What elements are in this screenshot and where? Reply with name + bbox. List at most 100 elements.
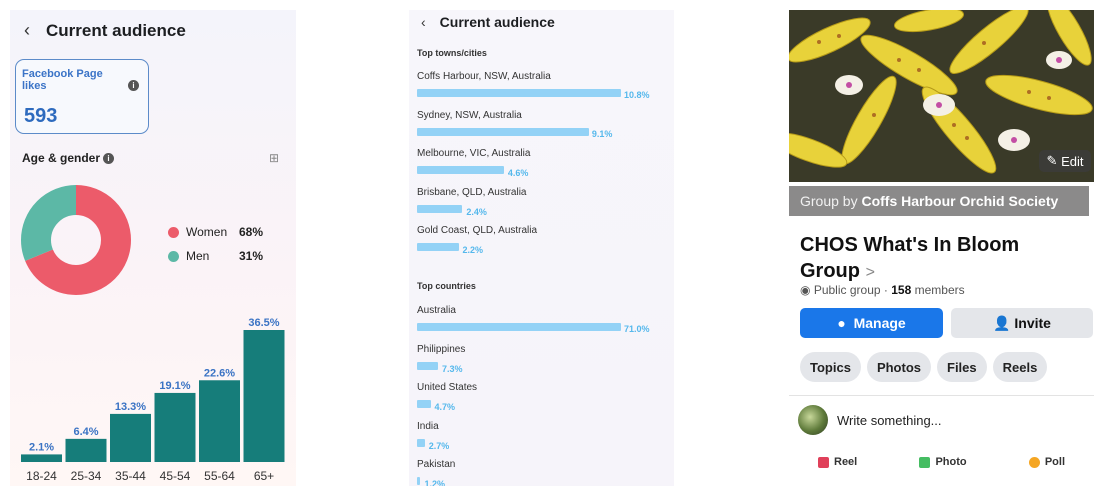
age-bar-value-label: 36.5% (248, 317, 279, 329)
page-title: Current audience (46, 20, 186, 40)
poll-button[interactable]: Poll (1028, 456, 1065, 468)
back-icon[interactable]: ‹ (24, 20, 30, 41)
women-dot-icon (168, 226, 179, 238)
town-name: Coffs Harbour, NSW, Australia (417, 71, 551, 82)
tab-photos[interactable]: Photos (866, 352, 931, 382)
group-by-banner[interactable]: Group by Coffs Harbour Orchid Society (789, 186, 1089, 216)
country-item: United States 4.7% (417, 382, 669, 412)
country-bar-row: 1.2% (417, 476, 669, 486)
town-item: Gold Coast, QLD, Australia 2.2% (417, 225, 669, 255)
age-bar (21, 454, 62, 462)
age-bar-value-label: 6.4% (73, 426, 98, 438)
country-item: Pakistan 1.2% (417, 459, 669, 486)
poll-icon (1028, 456, 1040, 468)
divider (789, 395, 1094, 396)
age-category-label: 35-44 (115, 469, 146, 483)
legend-name: Men (186, 249, 210, 263)
town-bar (417, 89, 621, 97)
edit-cover-button[interactable]: ✎ Edit (1039, 150, 1091, 172)
age-gender-title: Age & gender i (22, 151, 115, 165)
men-dot-icon (168, 250, 179, 262)
members-label: members (914, 283, 965, 297)
country-bar (417, 323, 621, 331)
legend-pct: 68% (239, 225, 264, 239)
privacy-label: Public group (813, 283, 881, 297)
add-person-icon: 👤 (993, 314, 1011, 331)
town-bar (417, 204, 463, 213)
back-icon[interactable]: ‹ (421, 14, 426, 30)
town-bar (417, 243, 459, 251)
town-name: Sydney, NSW, Australia (417, 109, 522, 121)
photo-button[interactable]: Photo (919, 456, 967, 468)
age-category-label: 18-24 (26, 469, 57, 483)
age-bar (154, 392, 196, 462)
country-bar-row: 71.0% (417, 322, 669, 334)
country-value: 1.2% (424, 479, 445, 486)
reel-button[interactable]: Reel (818, 456, 857, 468)
page-title: Current audience (439, 14, 555, 30)
photo-label: Photo (935, 456, 967, 468)
photo-icon (919, 456, 931, 468)
pencil-icon: ✎ (1046, 153, 1058, 168)
page-likes-value: 593 (24, 105, 58, 127)
age-gender-label: Age & gender (22, 151, 101, 165)
invite-button[interactable]: 👤 Invite (951, 308, 1093, 338)
legend-item-men: Men 31% (168, 244, 263, 268)
meta-separator: · (883, 283, 888, 297)
country-value: 71.0% (624, 324, 650, 334)
town-name: Gold Coast, QLD, Australia (417, 225, 538, 236)
country-bar-row: 7.3% (417, 361, 669, 374)
town-name: Melbourne, VIC, Australia (417, 148, 531, 159)
age-bar (65, 438, 107, 462)
manage-button[interactable]: ● Manage (800, 308, 943, 338)
age-category-label: 65+ (254, 469, 274, 483)
audience-header: ‹ Current audience (24, 20, 186, 41)
age-bar (243, 330, 285, 462)
town-name: Brisbane, QLD, Australia (417, 186, 527, 198)
town-bar-row: 2.2% (417, 242, 669, 255)
town-bar-row: 10.8% (417, 88, 669, 100)
country-bar (417, 438, 425, 447)
legend-name: Women (186, 225, 228, 239)
tab-topics[interactable]: Topics (800, 352, 861, 382)
legend-pct: 31% (239, 249, 264, 263)
country-item: India 2.7% (417, 421, 669, 451)
filter-icon[interactable]: ⊞ (269, 151, 279, 165)
group-by-owner[interactable]: Coffs Harbour Orchid Society (861, 193, 1058, 209)
globe-icon: ◉ (800, 283, 811, 297)
avatar[interactable] (798, 405, 828, 435)
info-icon[interactable]: i (103, 152, 115, 164)
gender-donut-chart (21, 185, 131, 295)
composer-input[interactable]: Write something... (837, 413, 942, 428)
info-icon[interactable]: i (128, 80, 139, 91)
town-bar-row: 4.6% (417, 165, 669, 178)
invite-label: Invite (1014, 315, 1051, 331)
legend-item-women: Women 68% (168, 220, 263, 244)
country-name: United States (417, 382, 478, 393)
group-tabs: Topics Photos Files Reels (800, 352, 1053, 382)
age-bar (199, 380, 240, 462)
member-count: 158 (891, 283, 912, 297)
age-bar-value-label: 22.6% (204, 367, 235, 379)
page-likes-card[interactable]: Facebook Page likes i 593 (15, 59, 149, 134)
tab-reels[interactable]: Reels (992, 352, 1048, 382)
town-value: 9.1% (591, 128, 613, 139)
poll-label: Poll (1044, 456, 1065, 468)
cover-photo[interactable]: ✎ Edit (789, 10, 1094, 182)
country-value: 2.7% (428, 440, 450, 451)
group-meta: ◉ Public group · 158 members (800, 283, 965, 297)
composer-actions: Reel Photo Poll (789, 456, 1089, 468)
countries-section-title: Top countries (417, 281, 476, 291)
towns-section-title: Top towns/cities (417, 48, 487, 58)
country-bar (417, 361, 438, 370)
country-name: Australia (417, 305, 456, 316)
audience-panel: ‹ Current audience Facebook Page likes i… (10, 10, 296, 486)
country-bar-row: 4.7% (417, 399, 669, 412)
country-bar (417, 400, 431, 408)
town-value: 10.8% (624, 90, 650, 100)
group-title[interactable]: CHOS What's In Bloom Group > (800, 232, 1070, 286)
town-value: 4.6% (507, 168, 529, 178)
country-bar-row: 2.7% (417, 438, 669, 451)
tab-files[interactable]: Files (937, 352, 987, 382)
edit-label: Edit (1061, 153, 1084, 169)
